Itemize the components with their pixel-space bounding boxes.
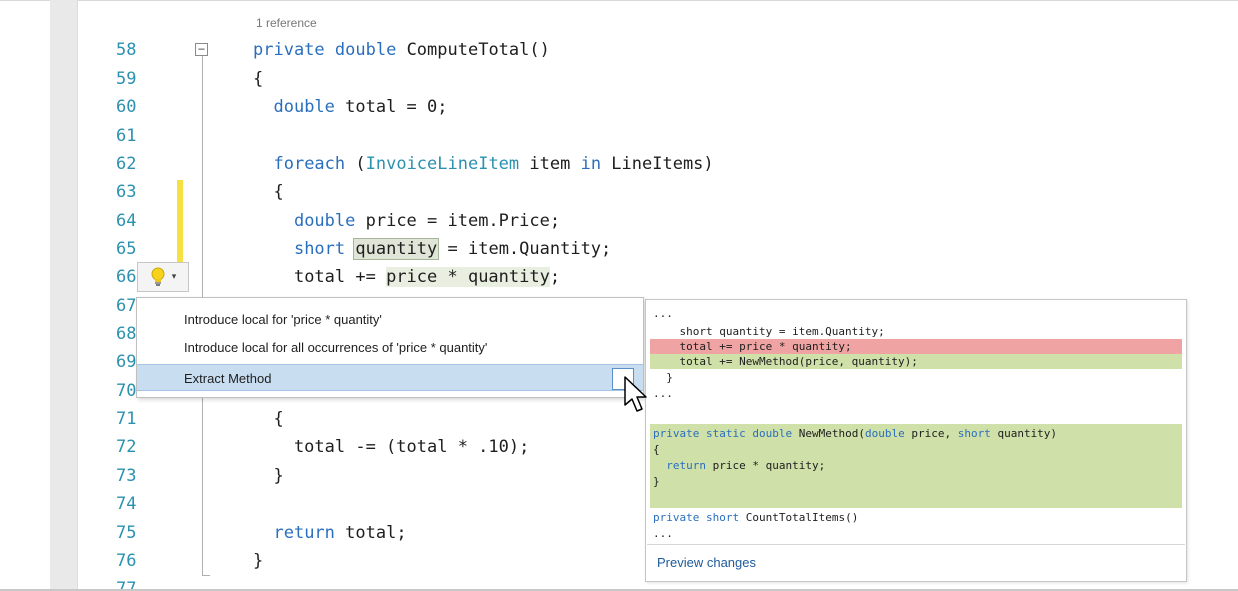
- code-line-64: double price = item.Price;: [253, 211, 560, 231]
- keyword-token: double: [752, 427, 793, 440]
- preview-line: ...: [653, 387, 673, 400]
- line-number: 62: [116, 154, 137, 174]
- menu-item-label: Extract Method: [184, 371, 272, 386]
- keyword-token: double: [293, 211, 356, 231]
- code-line-65: short quantity = item.Quantity;: [253, 238, 612, 260]
- code-token: item: [519, 154, 581, 174]
- preview-changes-pane: ... short quantity = item.Quantity; tota…: [645, 299, 1187, 582]
- code-token: total +=: [293, 267, 387, 287]
- keyword-token: double: [864, 427, 905, 440]
- code-token: price,: [904, 427, 958, 440]
- outline-guide-end: [202, 575, 210, 576]
- line-number: 61: [116, 126, 137, 146]
- line-number: 76: [116, 551, 137, 571]
- keyword-token: private: [653, 427, 700, 440]
- code-token: price * quantity;: [706, 459, 826, 472]
- editor-margin-bar: [50, 0, 78, 591]
- code-line-71: {: [253, 409, 284, 429]
- keyword-token: static: [705, 427, 746, 440]
- code-token: price = item.Price;: [355, 211, 561, 231]
- collapse-toggle[interactable]: −: [195, 43, 208, 56]
- chevron-down-icon: ▾: [171, 272, 177, 282]
- keyword-token: foreach: [273, 154, 346, 174]
- code-token: quantity): [990, 427, 1058, 440]
- menu-item-extract-method[interactable]: Extract Method: [137, 364, 643, 391]
- keyword-token: short: [705, 511, 740, 524]
- keyword-token: private: [253, 40, 325, 60]
- keyword-token: double: [273, 97, 335, 117]
- line-number: 72: [116, 437, 137, 457]
- mouse-cursor-icon: [622, 375, 650, 415]
- code-token: = item.Quantity;: [437, 239, 612, 259]
- code-line-58: private double ComputeTotal(): [253, 40, 550, 60]
- change-indicator-bar: [177, 180, 183, 268]
- preview-changes-link[interactable]: Preview changes: [657, 555, 756, 570]
- preview-line: ...: [653, 527, 673, 540]
- code-line-62: foreach (InvoiceLineItem item in LineIte…: [253, 154, 714, 174]
- code-token: LineItems): [601, 154, 714, 174]
- top-border: [0, 0, 1238, 1]
- code-token: total;: [334, 523, 407, 543]
- menu-item-introduce-local-all[interactable]: Introduce local for all occurrences of '…: [137, 334, 643, 361]
- code-token: total = 0;: [334, 97, 448, 117]
- preview-added-line: total += NewMethod(price, quantity);: [650, 354, 1182, 369]
- keyword-token: return: [666, 459, 706, 472]
- quick-actions-lightbulb-button[interactable]: ▾: [137, 262, 189, 292]
- code-token: NewMethod(: [792, 427, 865, 440]
- type-token: InvoiceLineItem: [365, 154, 520, 174]
- keyword-token: return: [273, 523, 335, 543]
- code-line-73: }: [253, 466, 284, 486]
- lightbulb-icon: [150, 267, 166, 287]
- line-number: 60: [116, 97, 137, 117]
- code-token: CountTotalItems(): [739, 511, 859, 524]
- preview-removed-line: total += price * quantity;: [650, 339, 1182, 354]
- preview-line: }: [653, 371, 673, 384]
- code-line-72: total -= (total * .10);: [253, 437, 530, 457]
- code-line-59: {: [253, 69, 264, 89]
- quick-actions-menu: Introduce local for 'price * quantity' I…: [136, 297, 644, 398]
- preview-divider: [647, 544, 1185, 545]
- preview-line: ...: [653, 307, 673, 320]
- code-token: ComputeTotal(): [396, 40, 550, 60]
- preview-line: short quantity = item.Quantity;: [653, 325, 885, 338]
- keyword-token: in: [580, 154, 602, 174]
- selected-expression: price * quantity: [386, 267, 550, 287]
- line-number: 59: [116, 69, 137, 89]
- keyword-token: double: [334, 40, 397, 60]
- code-line-66: total += price * quantity;: [253, 267, 560, 287]
- line-number: 64: [116, 211, 137, 231]
- line-number: 65: [116, 239, 137, 259]
- preview-return-line: return price * quantity;: [650, 458, 1182, 473]
- codelens-references[interactable]: 1 reference: [256, 16, 317, 30]
- keyword-token: short: [293, 239, 346, 259]
- line-number: 73: [116, 466, 137, 486]
- menu-item-introduce-local[interactable]: Introduce local for 'price * quantity': [137, 306, 643, 333]
- code-line-60: double total = 0;: [253, 97, 448, 117]
- keyword-token: short: [957, 427, 991, 440]
- code-line-63: {: [253, 182, 284, 202]
- code-line-75: return total;: [253, 523, 407, 543]
- line-number: 75: [116, 523, 137, 543]
- code-token: ;: [549, 267, 561, 287]
- preview-line: }: [653, 475, 660, 488]
- line-number: 58: [116, 40, 137, 60]
- code-token: (: [345, 154, 366, 174]
- line-number: 63: [116, 182, 137, 202]
- preview-line: {: [653, 443, 660, 456]
- preview-method-signature: private static double NewMethod(double p…: [650, 426, 1182, 441]
- line-number: 71: [116, 409, 137, 429]
- preview-count-line: private short CountTotalItems(): [650, 510, 1182, 525]
- keyword-token: private: [653, 511, 700, 524]
- code-line-76: }: [253, 551, 264, 571]
- highlighted-reference: quantity: [353, 238, 440, 260]
- line-number: 74: [116, 494, 137, 514]
